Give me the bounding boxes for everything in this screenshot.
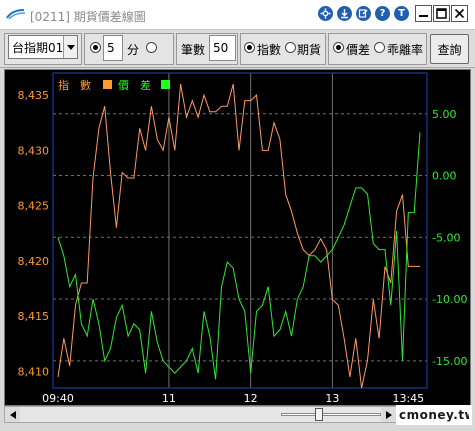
x-tick-label: 09:40	[42, 392, 74, 405]
chart-series	[57, 83, 421, 389]
period-unit-label: 分	[127, 43, 140, 57]
index-series-line	[57, 83, 420, 389]
edit-icon[interactable]	[356, 6, 371, 21]
query-button-label: 查詢	[437, 42, 462, 57]
x-tick-label: 12	[244, 392, 258, 405]
left-tick-label: 8,435	[18, 89, 50, 102]
help-icon[interactable]: ?	[375, 6, 390, 21]
svg-text:cmoney.tw: cmoney.tw	[399, 408, 469, 422]
legend-spread-label: 價 差	[118, 78, 151, 92]
right-tick-label: -10.00	[432, 293, 467, 306]
left-tick-label: 8,415	[18, 310, 50, 323]
spread-series-line	[57, 132, 421, 380]
x-tick-label: 13:45	[392, 392, 424, 405]
legend-spread-swatch	[161, 80, 170, 89]
query-button[interactable]: 查詢	[430, 34, 469, 64]
settings-icon[interactable]	[318, 6, 333, 21]
legend-index-label: 指 數	[58, 78, 91, 92]
contract-select-value: 台指期01	[12, 40, 64, 55]
chart-grid	[53, 73, 427, 388]
close-button[interactable]	[451, 5, 468, 22]
index-option-label: 指數	[257, 43, 282, 57]
chart-legend: 指 數 價 差	[58, 78, 170, 92]
left-tick-label: 8,430	[18, 144, 50, 157]
scroll-left-icon[interactable]	[5, 407, 20, 422]
zoom-slider-track[interactable]	[281, 413, 381, 416]
app-logo-icon	[6, 8, 26, 23]
plot-frame	[52, 72, 428, 389]
chevron-down-icon[interactable]	[63, 36, 77, 58]
right-tick-label: 5.00	[432, 108, 457, 121]
tools-icon[interactable]: T	[394, 6, 409, 21]
left-tick-label: 8,425	[18, 200, 50, 213]
period-value: 5	[107, 41, 115, 55]
futures-radio[interactable]	[285, 42, 296, 53]
x-axis: 09:40 11 12 13 13:45	[42, 392, 424, 405]
legend-index-swatch	[103, 80, 112, 89]
period-alt-radio[interactable]	[146, 42, 157, 53]
spread-radio[interactable]	[333, 42, 344, 53]
spread-chart[interactable]: 8,435 8,430 8,425 8,420 8,415 8,410 5.00 0.00 -…	[4, 69, 471, 406]
x-tick-label: 13	[325, 392, 339, 405]
right-tick-label: -5.00	[432, 231, 460, 244]
futures-option-label: 期貨	[297, 43, 322, 57]
index-radio[interactable]	[244, 42, 255, 53]
count-field[interactable]: 50	[209, 35, 236, 61]
toolbar: 台指期01 5 分 筆數 50 指數 期貨 價差 乖離率 查詢	[0, 30, 475, 68]
period-value-field[interactable]: 5	[103, 35, 123, 61]
minimize-button[interactable]	[415, 5, 432, 22]
left-tick-label: 8,410	[18, 365, 50, 378]
x-tick-label: 11	[162, 392, 176, 405]
period-radio[interactable]	[90, 42, 101, 53]
left-tick-label: 8,420	[18, 255, 50, 268]
download-icon[interactable]	[337, 6, 352, 21]
deviation-option-label: 乖離率	[387, 43, 424, 57]
left-axis: 8,435 8,430 8,425 8,420 8,415 8,410	[18, 89, 50, 378]
count-value: 50	[213, 41, 229, 55]
deviation-radio[interactable]	[374, 42, 385, 53]
window-titlebar: [0211] 期貨價差線圖 ? T	[0, 0, 475, 30]
maximize-button[interactable]	[433, 5, 450, 22]
chart-canvas: 8,435 8,430 8,425 8,420 8,415 8,410 5.00 0.00 -…	[18, 72, 467, 405]
count-label: 筆數	[181, 43, 206, 57]
spread-option-label: 價差	[346, 43, 371, 57]
contract-select[interactable]: 台指期01	[8, 35, 78, 59]
right-tick-label: 0.00	[432, 170, 457, 183]
right-tick-label: -15.00	[432, 355, 467, 368]
window-title: [0211] 期貨價差線圖	[30, 10, 146, 24]
right-axis: 5.00 0.00 -5.00 -10.00 -15.00	[432, 108, 467, 368]
scroll-right-icon[interactable]	[381, 407, 396, 422]
zoom-slider-thumb[interactable]	[315, 408, 323, 421]
cmoney-watermark: cmoney.tw	[396, 405, 472, 425]
